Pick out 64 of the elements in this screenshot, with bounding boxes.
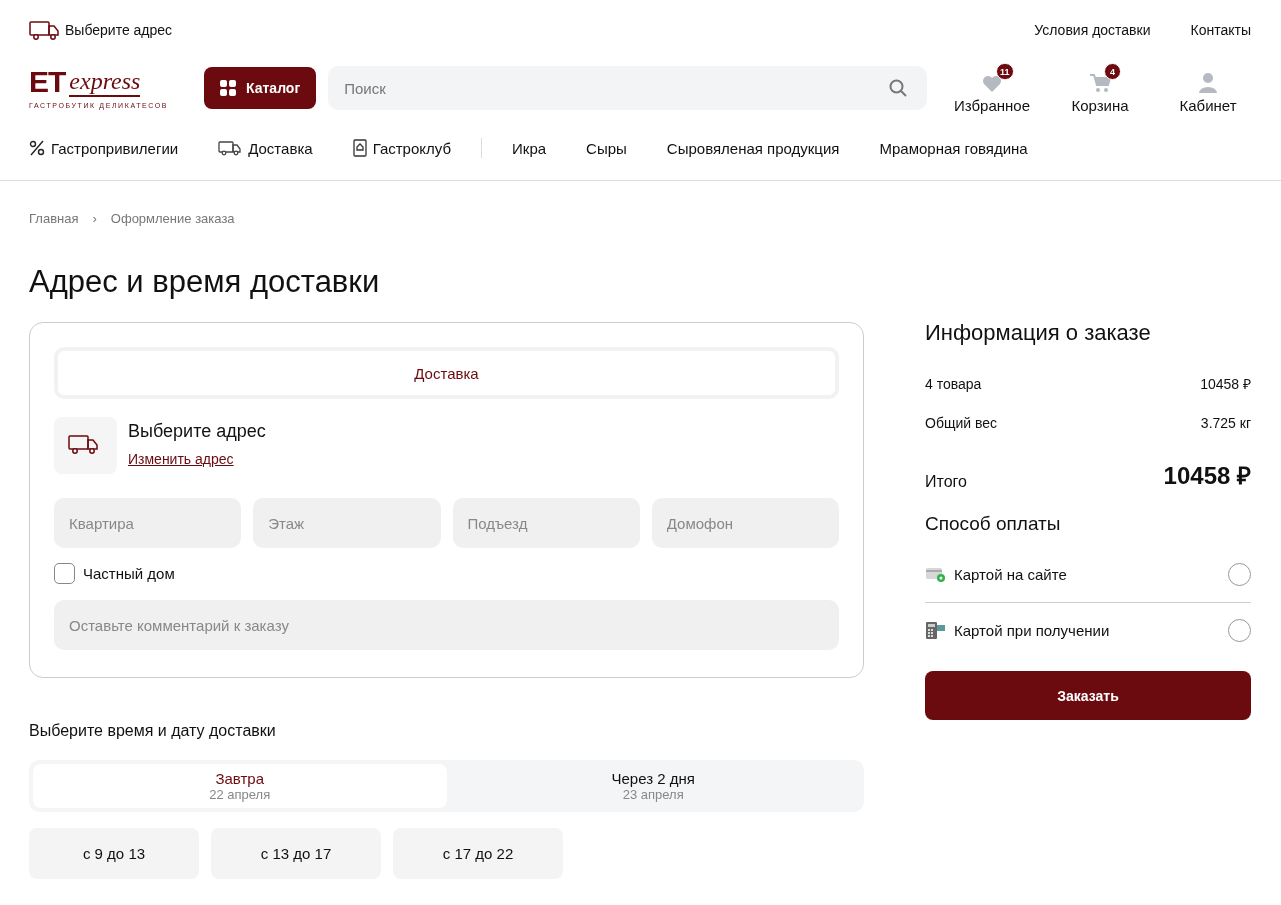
count-badge: 11 — [996, 63, 1014, 80]
grid-icon — [220, 80, 236, 96]
checkbox[interactable] — [54, 563, 75, 584]
summary-label: Общий вес — [925, 414, 998, 431]
nav-link[interactable]: Гастроклуб — [352, 139, 452, 157]
header-link[interactable]: Условия доставки — [1034, 22, 1151, 38]
order-button[interactable]: Заказать — [925, 671, 1251, 720]
payment-label: Картой на сайте — [954, 566, 1068, 583]
total-value: 10458 ₽ — [1163, 461, 1251, 491]
cart-icon — [1088, 71, 1112, 95]
header-link[interactable]: Контакты — [1190, 22, 1251, 38]
section-title: Информация о заказе — [925, 320, 1152, 346]
action-label: Избранное — [954, 97, 1030, 114]
radio-button[interactable] — [1228, 618, 1251, 642]
time-slot-button[interactable]: с 17 до 22 — [393, 828, 563, 879]
date-tab[interactable]: Завтра 22 апреля — [33, 764, 447, 808]
count-badge: 4 — [1104, 63, 1121, 80]
action-label: Корзина — [1071, 97, 1129, 114]
breadcrumb-separator: › — [92, 211, 97, 226]
summary-value: 3.725 кг — [1200, 414, 1251, 431]
card-icon — [925, 565, 946, 584]
header-action[interactable]: Кабинет — [1165, 62, 1251, 114]
truck-icon — [218, 140, 243, 156]
breadcrumb-current: Оформление заказа — [110, 211, 235, 226]
page-title: Адрес и время доставки — [29, 264, 381, 300]
header-action[interactable]: 11 Избранное — [949, 62, 1035, 114]
summary-label: 4 товара — [925, 375, 982, 392]
input-field[interactable]: Домофон — [651, 498, 839, 548]
user-icon — [1196, 71, 1220, 95]
checkbox-label: Частный дом — [83, 565, 175, 582]
badge-icon — [352, 139, 367, 157]
header-action[interactable]: 4 Корзина — [1057, 62, 1143, 114]
section-title: Выберите время и дату доставки — [29, 722, 277, 740]
summary-value: 10458 ₽ — [1200, 375, 1251, 393]
input-field[interactable]: Подъезд — [452, 498, 640, 548]
total-label: Итого — [925, 473, 967, 491]
comment-field[interactable]: Оставьте комментарий к заказу — [54, 600, 839, 650]
card-terminal-icon — [925, 620, 946, 640]
input-field[interactable]: Квартира — [54, 498, 242, 548]
time-slot-button[interactable]: с 9 до 13 — [29, 828, 199, 879]
input-field[interactable]: Этаж — [253, 498, 441, 548]
nav-link[interactable]: Сыры — [586, 139, 627, 157]
nav-link[interactable]: Доставка — [218, 139, 313, 157]
date-tab[interactable]: Через 2 дня 23 апреля — [446, 764, 860, 808]
percent-icon — [29, 140, 45, 156]
search-icon — [889, 79, 907, 97]
time-slot-button[interactable]: с 13 до 17 — [211, 828, 381, 879]
truck-icon — [29, 20, 59, 40]
nav-link[interactable]: Мраморная говядина — [879, 139, 1028, 157]
radio-button[interactable] — [1228, 563, 1251, 586]
address-text[interactable]: Выберите адрес — [65, 22, 173, 38]
breadcrumb-link[interactable]: Главная — [29, 211, 79, 226]
nav-link[interactable]: Гастропривилегии — [29, 139, 179, 157]
address-title: Выберите адрес — [128, 421, 266, 442]
nav-link[interactable]: Сыровяленая продукция — [666, 139, 840, 157]
change-address-link[interactable]: Изменить адрес — [128, 451, 234, 467]
payment-label: Картой при получении — [954, 621, 1111, 639]
logo-text: express — [69, 69, 141, 97]
search-field[interactable]: Поиск — [328, 66, 927, 110]
catalog-button[interactable]: Каталог — [204, 67, 317, 109]
section-title: Способ оплаты — [925, 513, 1062, 535]
action-label: Кабинет — [1179, 97, 1237, 114]
logo-text: ET — [29, 67, 66, 97]
nav-link[interactable]: Икра — [512, 139, 547, 157]
